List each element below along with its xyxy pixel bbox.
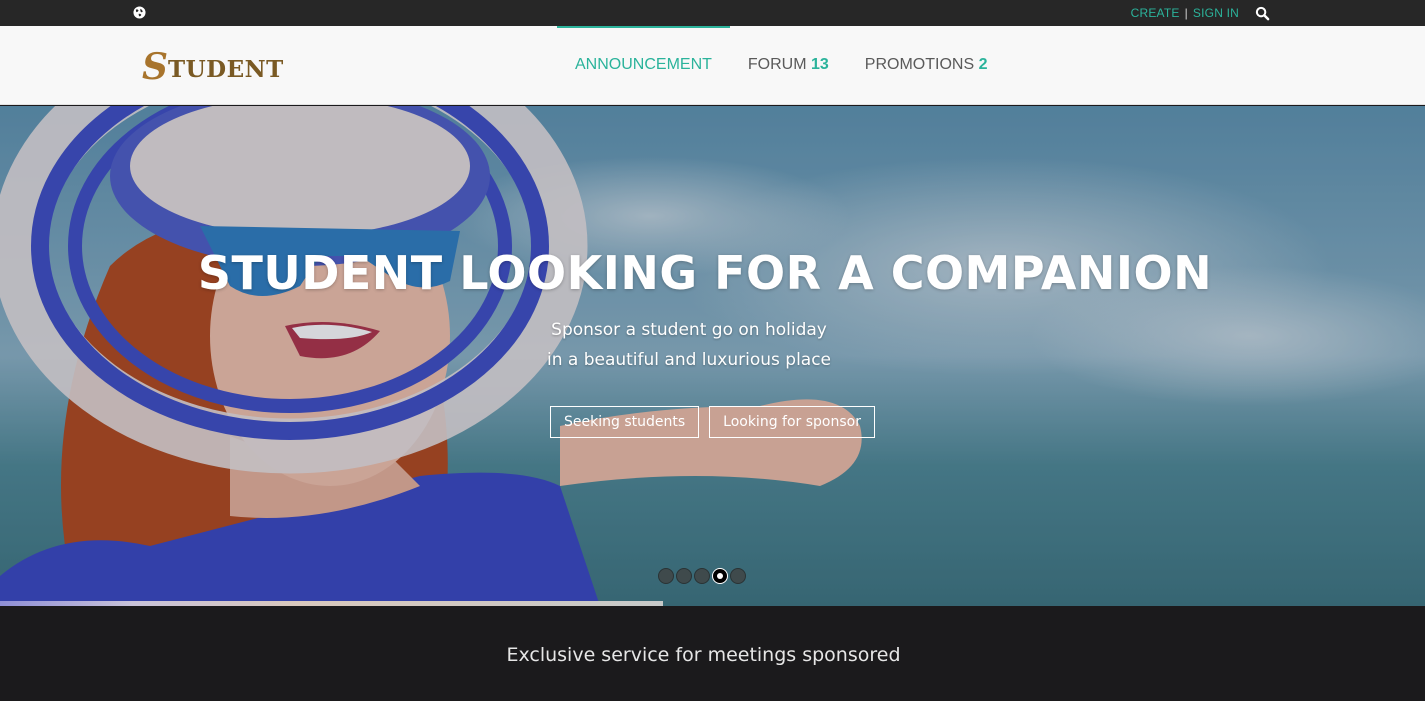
nav-item-forum[interactable]: FORUM 13: [730, 26, 847, 105]
nav-item-label: ANNOUNCEMENT: [575, 56, 712, 73]
promotions-count-badge: 2: [978, 56, 988, 73]
looking-for-sponsor-button[interactable]: Looking for sponsor: [709, 406, 875, 438]
logo-text: TUDENT: [168, 56, 284, 83]
tagline-text: Exclusive service for meetings sponsored: [506, 644, 901, 666]
slider-pagination: [658, 568, 746, 584]
top-bar: CREATE | SIGN IN: [0, 0, 1425, 26]
slider-dot-5[interactable]: [730, 568, 746, 584]
forum-count-badge: 13: [811, 56, 829, 73]
seeking-students-button[interactable]: Seeking students: [550, 406, 700, 438]
hero-subtitle-line1: Sponsor a student go on holiday: [551, 320, 827, 340]
site-logo[interactable]: STUDENT: [142, 46, 284, 88]
hero-subtitle-line2: in a beautiful and luxurious place: [546, 350, 832, 370]
nav-item-announcement[interactable]: ANNOUNCEMENT: [557, 26, 730, 105]
create-link[interactable]: CREATE: [1131, 6, 1180, 20]
link-separator: |: [1184, 6, 1188, 20]
sign-in-link[interactable]: SIGN IN: [1193, 6, 1239, 20]
tagline-section: Exclusive service for meetings sponsored: [0, 606, 1425, 701]
slider-dot-3[interactable]: [694, 568, 710, 584]
nav-item-promotions[interactable]: PROMOTIONS 2: [847, 26, 1006, 105]
slider-dot-4[interactable]: [712, 568, 728, 584]
account-links: CREATE | SIGN IN: [1131, 6, 1239, 20]
globe-icon[interactable]: [133, 6, 146, 19]
nav-item-label: PROMOTIONS: [864, 56, 975, 73]
slider-dot-2[interactable]: [676, 568, 692, 584]
nav-item-label: FORUM: [747, 56, 807, 73]
main-nav: ANNOUNCEMENT FORUM 13 PROMOTIONS 2: [557, 26, 1006, 105]
hero-title: STUDENT LOOKING FOR A COMPANION: [197, 246, 1213, 300]
logo-initial: S: [142, 46, 168, 88]
search-icon[interactable]: [1255, 6, 1270, 21]
site-header: STUDENT ANNOUNCEMENT FORUM 13 PROMOTIONS…: [0, 26, 1425, 105]
slider-dot-1[interactable]: [658, 568, 674, 584]
hero-slider: STUDENT LOOKING FOR A COMPANION Sponsor …: [0, 106, 1425, 606]
hero-actions: Seeking students Looking for sponsor: [550, 406, 875, 438]
